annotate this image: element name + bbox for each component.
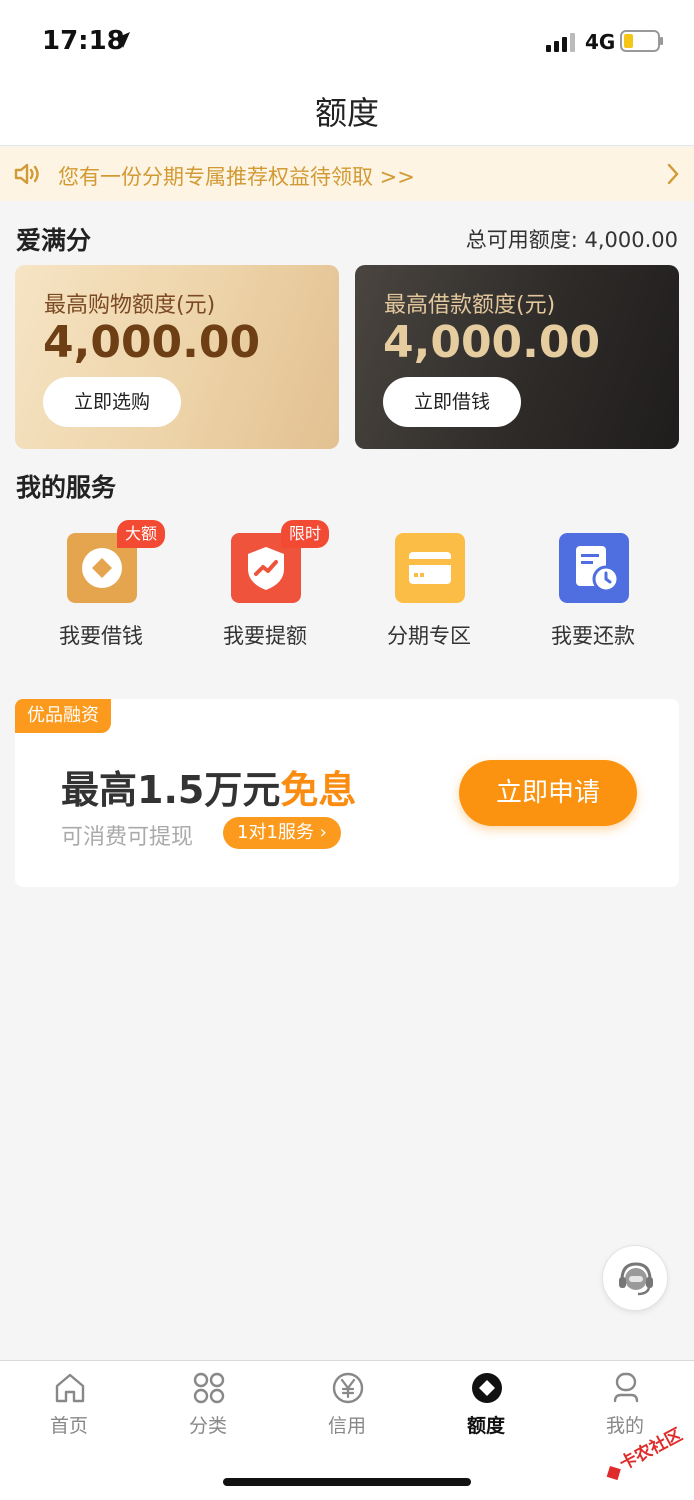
notice-text: 您有一份分期专属推荐权益待领取 >> <box>58 165 415 189</box>
home-icon <box>55 1373 85 1403</box>
promo-headline-highlight: 免息 <box>280 768 357 812</box>
home-indicator <box>223 1478 471 1486</box>
loan-limit-label: 最高借款额度(元) <box>384 293 556 318</box>
total-limit: 总可用额度: 4,000.00 <box>465 228 678 252</box>
service-label: 分期专区 <box>387 624 471 648</box>
status-bar: 17:18 4G <box>0 0 694 80</box>
signal-icon <box>546 33 575 52</box>
services-grid: 大额 我要借钱 限时 我要提额 分期专区 我要还款 <box>0 510 694 660</box>
section-title-aimanfen: 爱满分 <box>16 226 92 255</box>
watermark-logo: 卡农社区 <box>606 1424 686 1480</box>
service-installment[interactable]: 分期专区 <box>347 510 511 660</box>
badge-large-amount: 大额 <box>117 520 166 548</box>
shopping-limit-card[interactable]: 最高购物额度(元) 4,000.00 立即选购 <box>15 265 339 449</box>
service-raise-limit[interactable]: 限时 我要提额 <box>183 510 347 660</box>
apply-now-button[interactable]: 立即申请 <box>459 760 637 826</box>
tab-label: 信用 <box>327 1415 366 1437</box>
shop-now-button[interactable]: 立即选购 <box>43 377 181 427</box>
page-title: 额度 <box>314 94 379 132</box>
location-arrow-icon <box>114 32 130 48</box>
promo-headline-prefix: 最高1.5万元 <box>61 768 281 812</box>
loan-limit-card[interactable]: 最高借款额度(元) 4,000.00 立即借钱 <box>355 265 679 449</box>
battery-icon <box>620 30 663 52</box>
promo-subtext: 可消费可提现 <box>61 825 194 850</box>
chevron-right-icon <box>667 163 679 185</box>
profile-icon <box>613 1372 639 1403</box>
notice-banner[interactable]: 您有一份分期专属推荐权益待领取 >> <box>0 147 694 201</box>
tab-limit[interactable]: 额度 <box>417 1371 555 1443</box>
borrow-now-button[interactable]: 立即借钱 <box>383 377 521 427</box>
service-label: 我要还款 <box>551 624 635 648</box>
promo-headline: 最高1.5万元免息 <box>61 759 356 814</box>
tab-category[interactable]: 分类 <box>139 1371 277 1443</box>
installment-card-icon <box>395 533 465 603</box>
tab-label: 分类 <box>188 1415 227 1437</box>
service-repay[interactable]: 我要还款 <box>511 510 675 660</box>
category-icon <box>193 1372 225 1404</box>
svg-text:卡农社区: 卡农社区 <box>616 1424 686 1474</box>
promo-tag: 优品融资 <box>15 699 111 733</box>
speaker-icon <box>14 163 39 185</box>
badge-limited-time: 限时 <box>281 520 330 548</box>
service-borrow[interactable]: 大额 我要借钱 <box>19 510 183 660</box>
headset-icon <box>619 1262 653 1296</box>
tab-home[interactable]: 首页 <box>0 1371 138 1443</box>
customer-service-button[interactable] <box>602 1245 668 1311</box>
service-label: 我要借钱 <box>59 624 143 648</box>
repay-bill-clock-icon <box>559 533 629 603</box>
shopping-limit-amount: 4,000.00 <box>43 317 261 368</box>
tab-credit[interactable]: 信用 <box>278 1371 416 1443</box>
nav-bar: 额度 <box>0 80 694 146</box>
shopping-limit-label: 最高购物额度(元) <box>44 293 216 318</box>
promo-card[interactable]: 优品融资 最高1.5万元免息 可消费可提现 1对1服务 › 立即申请 <box>15 699 679 887</box>
loan-limit-amount: 4,000.00 <box>383 317 601 368</box>
credit-yen-icon <box>332 1372 364 1404</box>
one-on-one-service-chip[interactable]: 1对1服务 › <box>223 817 341 849</box>
tab-label: 额度 <box>466 1415 505 1437</box>
limit-diamond-icon <box>472 1373 502 1403</box>
tab-label: 首页 <box>49 1415 88 1437</box>
service-label: 我要提额 <box>223 624 307 648</box>
section-title-services: 我的服务 <box>16 473 117 502</box>
network-type: 4G <box>585 30 616 54</box>
